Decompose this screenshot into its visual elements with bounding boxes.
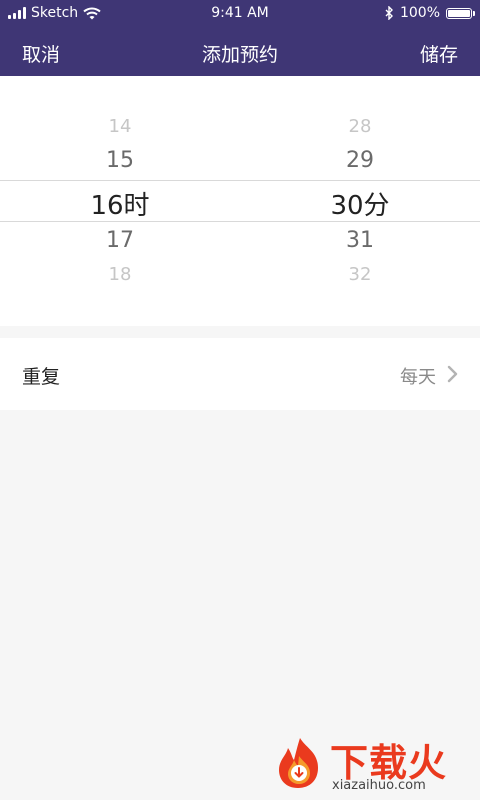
minute-option-selected[interactable]: 30分 <box>260 185 460 222</box>
selected-minute: 30 <box>330 191 364 221</box>
battery-percent: 100% <box>399 5 440 21</box>
watermark: 下载火 xiazaihuo.com <box>266 732 476 796</box>
selected-hour: 16 <box>90 191 124 221</box>
hour-wheel[interactable]: 14 15 16时 17 18 <box>20 76 220 326</box>
page-title: 添加预约 <box>201 44 278 66</box>
watermark-domain: xiazaihuo.com <box>332 778 426 793</box>
fire-logo-icon <box>279 738 318 788</box>
save-button[interactable]: 储存 <box>420 40 458 67</box>
hour-option-selected[interactable]: 16时 <box>20 185 220 222</box>
battery-icon <box>446 7 475 19</box>
time-picker[interactable]: 14 15 16时 17 18 28 29 30分 31 32 <box>0 76 480 326</box>
repeat-row[interactable]: 重复 每天 <box>0 338 480 410</box>
repeat-label: 重复 <box>22 366 61 388</box>
hour-option[interactable]: 14 <box>20 116 220 137</box>
status-bar: Sketch 9:41 AM 100% <box>0 0 480 28</box>
minute-option[interactable]: 29 <box>260 148 460 173</box>
bluetooth-icon <box>385 6 393 20</box>
nav-bar: 取消 添加预约 储存 <box>0 28 480 76</box>
minute-option[interactable]: 32 <box>260 264 460 285</box>
hour-option[interactable]: 15 <box>20 148 220 173</box>
minute-option[interactable]: 31 <box>260 228 460 253</box>
hour-unit: 时 <box>123 191 150 221</box>
hour-option[interactable]: 18 <box>20 264 220 285</box>
status-right: 100% <box>385 5 475 21</box>
minute-option[interactable]: 28 <box>260 116 460 137</box>
hour-option[interactable]: 17 <box>20 228 220 253</box>
minute-unit: 分 <box>363 191 390 221</box>
chevron-right-icon <box>447 365 458 383</box>
repeat-value: 每天 <box>400 367 436 388</box>
minute-wheel[interactable]: 28 29 30分 31 32 <box>260 76 460 326</box>
top-bar: Sketch 9:41 AM 100% 取消 添加预约 储存 <box>0 0 480 76</box>
